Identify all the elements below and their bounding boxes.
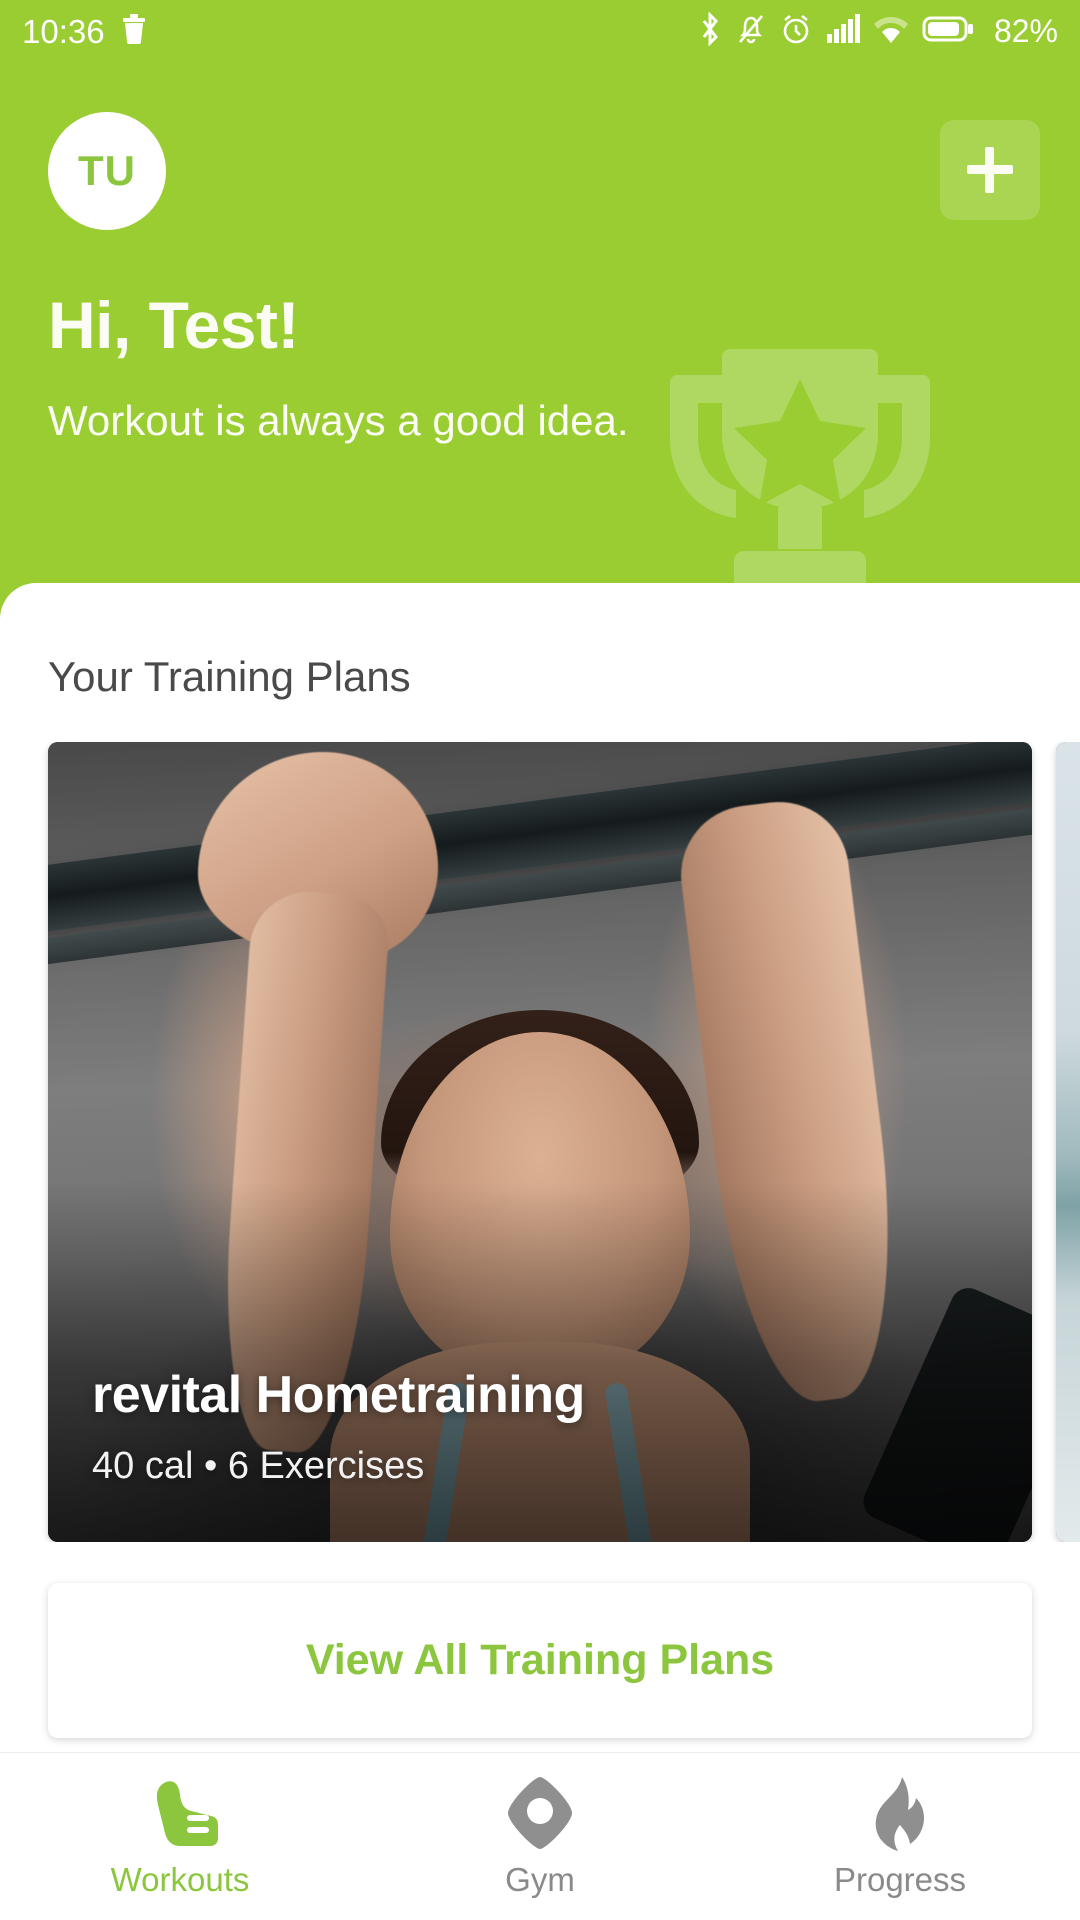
header-top-row: TU — [48, 112, 1040, 230]
training-plan-card-next[interactable] — [1056, 742, 1080, 1542]
nav-label-gym: Gym — [505, 1860, 575, 1898]
page-title: Your Training Plans — [48, 653, 411, 700]
header-banner: TU Hi, Test! Workout is always a good id… — [0, 0, 1080, 600]
app-screen: TU Hi, Test! Workout is always a good id… — [0, 0, 1080, 1920]
plan-photo-next — [1056, 742, 1080, 1542]
status-bar: 10:36 82% — [0, 0, 1080, 62]
card-text-block: revital Hometraining 40 cal • 6 Exercise… — [92, 1367, 988, 1488]
nav-item-progress[interactable]: Progress — [720, 1753, 1080, 1920]
card-gradient-scrim — [48, 1182, 1032, 1542]
avatar-initials: TU — [78, 147, 136, 194]
training-plan-card[interactable]: revital Hometraining 40 cal • 6 Exercise… — [48, 742, 1032, 1542]
status-time: 10:36 — [22, 12, 105, 50]
view-all-training-plans-button[interactable]: View All Training Plans — [48, 1583, 1032, 1738]
trophy-icon — [669, 349, 931, 585]
gym-diamond-icon — [504, 1775, 576, 1851]
notifications-muted-icon — [736, 12, 766, 51]
add-button[interactable] — [940, 120, 1040, 220]
greeting-title: Hi, Test! — [48, 288, 299, 362]
plan-meta: 40 cal • 6 Exercises — [92, 1445, 425, 1487]
greeting-subtitle: Workout is always a good idea. — [48, 397, 629, 444]
training-plans-carousel[interactable]: revital Hometraining 40 cal • 6 Exercise… — [0, 742, 1080, 1542]
view-all-label: View All Training Plans — [305, 1636, 775, 1684]
nav-label-workouts: Workouts — [110, 1860, 250, 1898]
plus-icon — [967, 147, 1013, 193]
trash-icon — [121, 13, 147, 50]
battery-percent: 82% — [993, 12, 1058, 49]
nav-item-gym[interactable]: Gym — [360, 1753, 720, 1920]
bottom-navigation: Workouts Gym Progress — [0, 1752, 1080, 1920]
nav-label-progress: Progress — [833, 1860, 967, 1898]
running-shoe-icon — [142, 1775, 218, 1851]
nav-item-workouts[interactable]: Workouts — [0, 1753, 360, 1920]
bluetooth-icon — [698, 10, 722, 51]
flame-icon — [866, 1775, 934, 1851]
wifi-icon — [873, 14, 908, 49]
plan-title: revital Hometraining — [92, 1365, 585, 1424]
signal-icon — [826, 13, 860, 49]
alarm-icon — [780, 12, 812, 51]
battery-icon — [922, 15, 974, 48]
avatar[interactable]: TU — [48, 112, 166, 230]
content-sheet: Your Training Plans revital Hometraining… — [0, 583, 1080, 1920]
